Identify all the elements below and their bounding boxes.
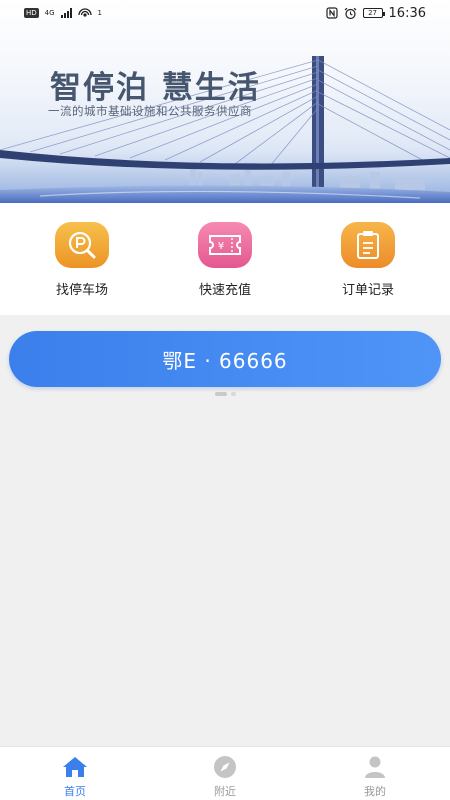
clock-time: 16:36	[388, 5, 426, 21]
order-records-button[interactable]: 订单记录	[313, 203, 423, 315]
status-right: 27 16:36	[325, 5, 426, 21]
signal-icon	[60, 8, 72, 18]
pager-dot[interactable]	[230, 392, 236, 396]
quick-recharge-button[interactable]: ¥ 快速充值	[170, 203, 280, 315]
battery-level: 27	[368, 9, 377, 17]
find-parking-button[interactable]: 找停车场	[27, 203, 137, 315]
parking-search-icon	[55, 222, 109, 268]
battery-icon: 27	[362, 8, 385, 18]
pager-dot-active[interactable]	[214, 392, 227, 396]
nav-home[interactable]: 首页	[26, 747, 124, 800]
hd-badge: HD	[24, 8, 39, 18]
banner-subtitle: 一流的城市基础设施和公共服务供应商	[48, 104, 252, 118]
status-left: HD 4G 1	[24, 7, 102, 19]
nfc-icon	[325, 7, 338, 19]
app-screen: HD 4G 1 27 16:36 智停泊 慧生活 一流的城市基础设施和公共服务供…	[0, 0, 450, 800]
order-records-label: 订单记录	[341, 283, 394, 298]
hotspot-icon	[77, 8, 92, 17]
network-type: 4G	[44, 8, 55, 17]
carousel-pager	[0, 392, 450, 396]
nav-nearby[interactable]: 附近	[176, 747, 274, 800]
nav-mine[interactable]: 我的	[326, 747, 424, 800]
hotspot-count: 1	[97, 8, 103, 17]
compass-icon	[212, 755, 238, 779]
nav-mine-label: 我的	[364, 785, 386, 798]
nav-nearby-label: 附近	[214, 785, 236, 798]
status-bar: HD 4G 1 27 16:36	[0, 0, 450, 26]
hero-banner: HD 4G 1 27 16:36 智停泊 慧生活 一流的城市基础设施和公共服务供…	[0, 0, 450, 203]
nav-home-label: 首页	[64, 785, 86, 798]
license-plate-card[interactable]: 鄂E · 66666	[9, 331, 441, 387]
quick-recharge-label: 快速充值	[198, 283, 251, 298]
recharge-ticket-icon: ¥	[198, 222, 252, 268]
find-parking-label: 找停车场	[55, 283, 108, 298]
banner-title: 智停泊 慧生活	[50, 70, 261, 106]
person-icon	[362, 755, 388, 779]
svg-text:¥: ¥	[218, 241, 224, 252]
home-icon	[62, 755, 88, 779]
alarm-icon	[344, 7, 356, 19]
clipboard-icon	[341, 222, 395, 268]
bottom-navigation: 首页 附近 我的	[0, 746, 450, 800]
quick-actions: 找停车场 ¥ 快速充值 订单记录	[0, 203, 450, 315]
license-plate-number: 鄂E · 66666	[162, 348, 288, 373]
